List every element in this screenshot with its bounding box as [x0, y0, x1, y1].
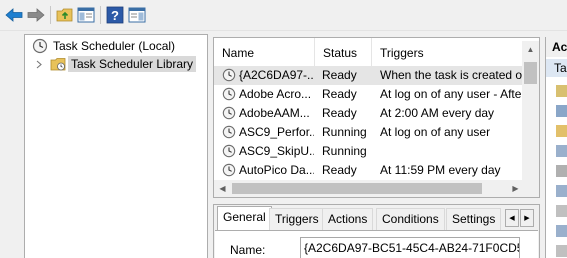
- column-header-label: Triggers: [380, 46, 424, 60]
- toolbar-separator: [100, 6, 101, 24]
- column-header-triggers[interactable]: Triggers: [372, 38, 524, 68]
- task-status-cell: Ready: [322, 106, 357, 120]
- column-header-label: Status: [323, 46, 358, 60]
- folder-up-icon: [56, 8, 73, 22]
- task-name-cell: {A2C6DA97-...: [239, 68, 314, 82]
- task-name-cell: AutoPico Da...: [239, 163, 314, 177]
- action-icon[interactable]: [556, 165, 567, 177]
- action-icon[interactable]: [556, 185, 567, 197]
- console-tree-icon: [77, 7, 95, 23]
- table-row[interactable]: Adobe Acro... Ready At log on of any user …: [214, 85, 524, 104]
- actions-pane: Ac Ta: [545, 37, 567, 258]
- action-icon[interactable]: [556, 85, 567, 97]
- action-icon[interactable]: [556, 145, 567, 157]
- tab-scroll-right-icon[interactable]: ▶: [520, 209, 534, 227]
- tab-scroll-left-icon[interactable]: ◀: [505, 209, 519, 227]
- tab-settings[interactable]: Settings: [446, 208, 502, 230]
- tree-item-task-scheduler-library[interactable]: Task Scheduler Library: [50, 55, 197, 73]
- back-button[interactable]: [4, 5, 24, 25]
- task-status-cell: Running: [322, 144, 367, 158]
- forward-button[interactable]: [26, 5, 46, 25]
- actions-pane-header: Ac: [546, 37, 567, 57]
- console-tree: Task Scheduler (Local) Task Scheduler Li…: [24, 34, 208, 258]
- task-trigger-cell: At log on of any user: [380, 125, 491, 139]
- table-row[interactable]: ASC9_Perfor... Running At log on of any us…: [214, 123, 524, 142]
- table-row[interactable]: AdobeAAM... Ready At 2:00 AM every day: [214, 104, 524, 123]
- task-name-field[interactable]: {A2C6DA97-BC51-45C4-AB24-71F0CD55E: [300, 237, 520, 258]
- table-row[interactable]: AutoPico Da... Ready At 11:59 PM every day: [214, 161, 524, 180]
- task-status-cell: Ready: [322, 87, 357, 101]
- tree-expander[interactable]: [34, 55, 44, 73]
- scroll-up-arrow-icon[interactable]: ▲: [522, 41, 539, 58]
- help-icon: ?: [106, 6, 124, 24]
- action-icon[interactable]: [556, 125, 567, 137]
- tree-item-label: Task Scheduler Library: [68, 56, 197, 72]
- forward-arrow-icon: [27, 8, 45, 22]
- tab-conditions[interactable]: Conditions: [376, 208, 445, 230]
- tab-label: Triggers: [275, 212, 319, 226]
- tree-item-label: Task Scheduler (Local): [53, 39, 176, 53]
- vertical-scroll-thumb[interactable]: [524, 62, 537, 84]
- task-clock-icon: [222, 144, 236, 158]
- scroll-right-arrow-icon[interactable]: ▶: [507, 180, 524, 197]
- action-icon[interactable]: [556, 205, 567, 217]
- back-arrow-icon: [5, 8, 23, 22]
- name-label: Name:: [230, 243, 266, 257]
- task-status-cell: Ready: [322, 68, 357, 82]
- task-name-cell: ASC9_SkipU...: [239, 144, 314, 158]
- task-clock-icon: [222, 68, 236, 82]
- horizontal-scroll-thumb[interactable]: [232, 183, 482, 194]
- column-header-name[interactable]: Name: [214, 38, 315, 68]
- table-row[interactable]: {A2C6DA97-... Ready When the task is creat…: [214, 66, 524, 85]
- table-row[interactable]: ASC9_SkipU... Running: [214, 142, 524, 161]
- tab-label: Conditions: [382, 212, 439, 226]
- toolbar-separator: [50, 6, 51, 24]
- tab-label: Actions: [328, 212, 368, 226]
- tab-label: Settings: [452, 212, 496, 226]
- tab-actions[interactable]: Actions: [322, 208, 374, 230]
- task-name-cell: ASC9_Perfor...: [239, 125, 314, 139]
- task-name-cell: Adobe Acro...: [239, 87, 312, 101]
- column-header-label: Name: [222, 46, 255, 60]
- task-status-cell: Ready: [322, 163, 357, 177]
- show-hide-console-tree-button[interactable]: [76, 5, 96, 25]
- tab-triggers[interactable]: Triggers: [269, 208, 325, 230]
- task-status-cell: Running: [322, 125, 367, 139]
- horizontal-scrollbar[interactable]: ◀ ▶: [214, 180, 524, 197]
- task-list: Name Status Triggers {A2C6DA97-... Ready W…: [213, 37, 540, 198]
- up-folder-button[interactable]: [55, 5, 75, 25]
- task-clock-icon: [222, 125, 236, 139]
- chevron-right-icon: [36, 60, 42, 68]
- svg-text:?: ?: [111, 8, 119, 23]
- task-clock-icon: [222, 163, 236, 177]
- task-trigger-cell: When the task is created or: [380, 68, 524, 82]
- task-clock-icon: [222, 106, 236, 120]
- task-trigger-cell: [380, 142, 524, 161]
- actions-section-header[interactable]: Ta: [546, 59, 567, 77]
- tree-item-task-scheduler-local[interactable]: Task Scheduler (Local): [32, 37, 175, 55]
- general-tab-content: Name: {A2C6DA97-BC51-45C4-AB24-71F0CD55E: [215, 230, 538, 258]
- action-icon[interactable]: [556, 245, 567, 257]
- task-clock-icon: [222, 87, 236, 101]
- action-icon[interactable]: [556, 225, 567, 237]
- task-trigger-cell: At 2:00 AM every day: [380, 106, 495, 120]
- task-name-cell: AdobeAAM...: [239, 106, 310, 120]
- action-icon[interactable]: [556, 105, 567, 117]
- tab-general[interactable]: General: [217, 206, 272, 231]
- vertical-scrollbar[interactable]: ▲: [522, 41, 539, 197]
- column-header-status[interactable]: Status: [315, 38, 372, 68]
- task-details-pane: General Triggers Actions Conditions Sett…: [213, 204, 540, 258]
- scroll-left-arrow-icon[interactable]: ◀: [214, 180, 231, 197]
- action-pane-icon: [128, 7, 146, 23]
- help-button[interactable]: ?: [105, 5, 125, 25]
- clock-icon: [32, 38, 48, 54]
- task-trigger-cell: At 11:59 PM every day: [380, 163, 501, 177]
- show-hide-action-pane-button[interactable]: [127, 5, 147, 25]
- toolbar: ?: [0, 0, 567, 31]
- task-trigger-cell: At log on of any user - Afte: [380, 87, 522, 101]
- folder-clock-icon: [50, 58, 66, 71]
- tab-label: General: [223, 210, 266, 224]
